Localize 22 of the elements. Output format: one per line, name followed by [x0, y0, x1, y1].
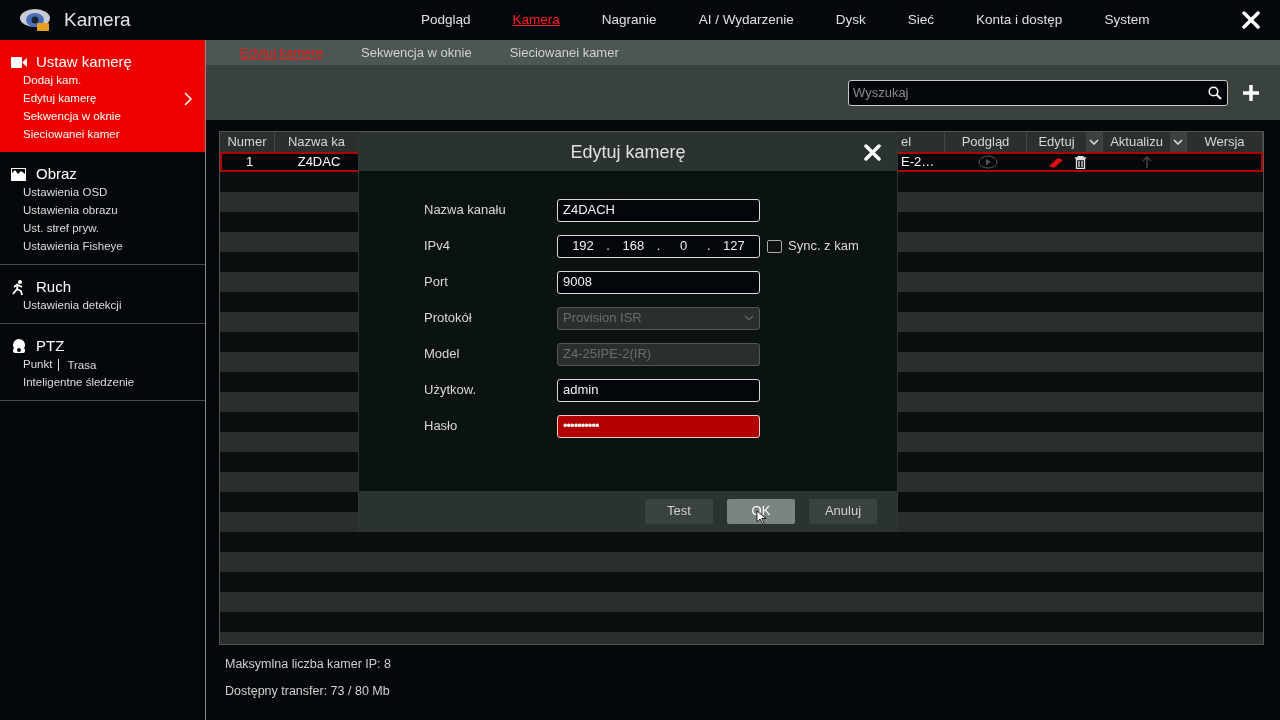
info-text: Dostępny transfer: 73 / 80 Mb: [225, 683, 391, 698]
info-text: Maksymlna liczba kamer IP: 8: [225, 656, 393, 671]
ip-octet: 0: [679, 237, 689, 256]
table-cell-text: 1: [245, 153, 254, 172]
ip-separator: .: [706, 237, 711, 256]
app-title: Kamera: [64, 7, 132, 32]
ip-separator: .: [656, 237, 661, 256]
ip-separator: .: [606, 237, 610, 256]
table-cell-text: E-2…: [901, 153, 935, 172]
field-label: Port: [424, 273, 449, 292]
field-label: Hasło: [424, 417, 459, 436]
checkbox-label: Sync. z kam: [788, 237, 859, 256]
ip-octet: 192: [571, 237, 595, 256]
field-label: IPv4: [424, 237, 451, 256]
dialog-title: Edytuj kamerę: [570, 140, 686, 164]
table-cell-text: Z4DAC: [297, 153, 341, 172]
ip-octet: 168: [621, 237, 646, 256]
field-label: Użytkow.: [424, 381, 477, 400]
field-label: Protokół: [424, 309, 473, 328]
field-label: Nazwa kanału: [424, 201, 507, 220]
field-label: Model: [424, 345, 461, 364]
ip-octet: 127: [722, 237, 746, 256]
